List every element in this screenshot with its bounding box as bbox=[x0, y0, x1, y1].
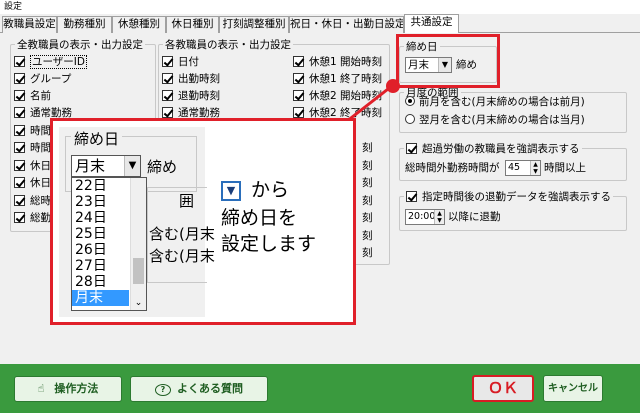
each-staff-group-title: 各教職員の表示・出力設定 bbox=[165, 39, 291, 51]
col2-fragment: 刻 bbox=[362, 142, 373, 154]
all-staff-item[interactable]: ユーザーID bbox=[14, 55, 87, 70]
tab-holiday-workday-settings[interactable]: 祝日・休日・出勤日設定 bbox=[289, 16, 404, 33]
overtime-prefix: 総時間外勤務時間が bbox=[405, 162, 500, 174]
ok-button[interactable]: ＯＫ bbox=[472, 375, 534, 402]
checkbox[interactable] bbox=[14, 56, 25, 67]
chevron-down-icon[interactable]: ▼ bbox=[124, 156, 140, 176]
each-staff-item[interactable]: 休憩1 終了時刻 bbox=[293, 72, 382, 87]
each-staff-item[interactable]: 日付 bbox=[162, 55, 199, 70]
manual-button[interactable]: ☝ 操作方法 bbox=[14, 376, 122, 402]
hand-pointer-icon: ☝ bbox=[37, 382, 45, 395]
col2-fragment: 刻 bbox=[362, 177, 373, 189]
dropdown-option[interactable]: 22日 bbox=[72, 178, 129, 194]
zoomed-behind-group bbox=[147, 187, 207, 283]
all-staff-group-title: 全教職員の表示・出力設定 bbox=[17, 39, 143, 51]
checkbox[interactable] bbox=[14, 212, 25, 223]
late-leave-suffix: 以降に退勤 bbox=[448, 211, 501, 223]
dropdown-scrollbar[interactable]: ⌄ bbox=[130, 178, 146, 310]
overtime-suffix: 時間以上 bbox=[544, 162, 586, 174]
monthly-range-option-next[interactable]: 翌月を含む(月末締めの場合は当月) bbox=[405, 113, 585, 128]
overtime-hours-input[interactable]: 45 ▲ ▼ bbox=[505, 160, 541, 176]
dropdown-option[interactable]: 28日 bbox=[72, 274, 129, 290]
window-title: 設定 bbox=[0, 0, 640, 14]
all-staff-item[interactable]: 時間 bbox=[14, 124, 51, 139]
zoomed-dialog: 締め日 月末 ▼ 締め 囲 含む(月末 含む(月末 22日 23日 24日 25… bbox=[59, 127, 215, 317]
col2-fragment: 刻 bbox=[362, 195, 373, 207]
tab-common-settings[interactable]: 共通設定 bbox=[404, 14, 459, 34]
late-leave-legend[interactable]: 指定時間後の退勤データを強調表示する bbox=[404, 189, 613, 204]
all-staff-item[interactable]: 名前 bbox=[14, 89, 51, 104]
dropdown-option[interactable]: 25日 bbox=[72, 226, 129, 242]
monthly-range-option-prev[interactable]: 前月を含む(月末締めの場合は前月) bbox=[405, 95, 585, 110]
scrollbar-thumb[interactable] bbox=[133, 258, 144, 284]
faq-button[interactable]: ? よくある質問 bbox=[130, 376, 268, 402]
dropdown-option[interactable]: 24日 bbox=[72, 210, 129, 226]
all-staff-item[interactable]: 休日 bbox=[14, 176, 51, 191]
tab-holiday-types[interactable]: 休日種別 bbox=[166, 16, 219, 33]
late-leave-time-input[interactable]: 20:00 ▲ ▼ bbox=[405, 209, 445, 225]
dropdown-option[interactable]: 26日 bbox=[72, 242, 129, 258]
zoomed-closing-title: 締め日 bbox=[71, 128, 123, 149]
zoomed-closing-select[interactable]: 月末 ▼ bbox=[71, 155, 141, 177]
checkbox[interactable] bbox=[14, 177, 25, 188]
zoomed-closing-suffix: 締め bbox=[147, 158, 178, 176]
instruction-line-1: ▼ から bbox=[221, 177, 289, 203]
tab-work-types[interactable]: 勤務種別 bbox=[57, 16, 112, 33]
dropdown-arrow-icon: ▼ bbox=[221, 181, 241, 201]
checkbox[interactable] bbox=[293, 90, 304, 101]
overtime-legend[interactable]: 超過労働の教職員を強調表示する bbox=[404, 141, 582, 156]
chevron-down-icon[interactable]: ⌄ bbox=[131, 298, 146, 308]
col2-fragment: 刻 bbox=[362, 247, 373, 259]
spin-arrows-icon[interactable]: ▲ ▼ bbox=[530, 161, 540, 175]
checkbox[interactable] bbox=[162, 90, 173, 101]
checkbox[interactable] bbox=[293, 73, 304, 84]
dropdown-option[interactable]: 27日 bbox=[72, 258, 129, 274]
chat-bubble-icon: ? bbox=[155, 384, 171, 396]
tab-stamp-adjust-types[interactable]: 打刻調整種別 bbox=[219, 16, 289, 33]
checkbox[interactable] bbox=[162, 56, 173, 67]
checkbox[interactable] bbox=[14, 142, 25, 153]
instruction-line-3: 設定します bbox=[221, 233, 317, 255]
tab-bar: 教職員設定 勤務種別 休憩種別 休日種別 打刻調整種別 祝日・休日・出勤日設定 … bbox=[0, 14, 640, 34]
checkbox[interactable] bbox=[14, 160, 25, 171]
closing-day-dropdown-list[interactable]: 22日 23日 24日 25日 26日 27日 28日 月末 ⌄ bbox=[71, 177, 147, 311]
cancel-button[interactable]: キャンセル bbox=[543, 375, 603, 402]
each-staff-item[interactable]: 出勤時刻 bbox=[162, 72, 220, 87]
checkbox[interactable] bbox=[406, 143, 417, 154]
tab-break-types[interactable]: 休憩種別 bbox=[112, 16, 166, 33]
checkbox[interactable] bbox=[162, 73, 173, 84]
all-staff-item[interactable]: 休日 bbox=[14, 159, 51, 174]
footer-bar: ☝ 操作方法 ? よくある質問 ＯＫ キャンセル bbox=[0, 364, 640, 413]
checkbox[interactable] bbox=[14, 90, 25, 101]
callout-panel: 締め日 月末 ▼ 締め 囲 含む(月末 含む(月末 22日 23日 24日 25… bbox=[50, 118, 356, 325]
tab-staff-settings[interactable]: 教職員設定 bbox=[2, 16, 57, 33]
callout-connector-dot bbox=[386, 79, 400, 93]
checkbox[interactable] bbox=[14, 195, 25, 206]
each-staff-item[interactable]: 退勤時刻 bbox=[162, 89, 220, 104]
all-staff-item[interactable]: 時間 bbox=[14, 141, 51, 156]
spin-arrows-icon[interactable]: ▲ ▼ bbox=[434, 210, 444, 224]
checkbox[interactable] bbox=[293, 56, 304, 67]
checkbox[interactable] bbox=[406, 191, 417, 202]
dropdown-option-selected[interactable]: 月末 bbox=[72, 290, 129, 306]
radio-button[interactable] bbox=[405, 114, 415, 124]
col2-fragment: 刻 bbox=[362, 212, 373, 224]
col2-fragment: 刻 bbox=[362, 230, 373, 242]
checkbox[interactable] bbox=[14, 125, 25, 136]
each-staff-item[interactable]: 休憩1 開始時刻 bbox=[293, 55, 382, 70]
col2-fragment: 刻 bbox=[362, 160, 373, 172]
checkbox[interactable] bbox=[14, 107, 25, 118]
instruction-line-2: 締め日を bbox=[221, 207, 298, 229]
all-staff-item[interactable]: 総勤 bbox=[14, 211, 51, 226]
checkbox[interactable] bbox=[293, 107, 304, 118]
checkbox[interactable] bbox=[14, 73, 25, 84]
highlight-frame bbox=[396, 34, 500, 88]
dropdown-option[interactable]: 23日 bbox=[72, 194, 129, 210]
all-staff-item[interactable]: 総時 bbox=[14, 194, 51, 209]
all-staff-item[interactable]: グループ bbox=[14, 72, 71, 87]
checkbox[interactable] bbox=[162, 107, 173, 118]
radio-button[interactable] bbox=[405, 96, 415, 106]
